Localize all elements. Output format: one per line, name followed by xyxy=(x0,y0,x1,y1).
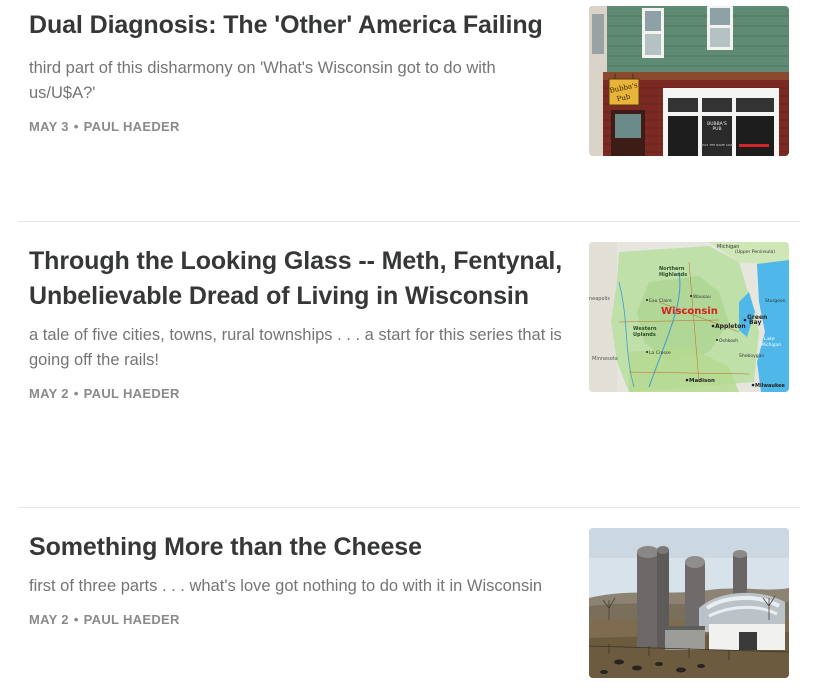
post-author[interactable]: PAUL HAEDER xyxy=(84,386,180,401)
post-item: Something More than the Cheese first of … xyxy=(18,528,800,678)
svg-text:Appleton: Appleton xyxy=(715,323,746,330)
post-feed: Dual Diagnosis: The 'Other' America Fail… xyxy=(0,0,821,694)
svg-text:Wausau: Wausau xyxy=(693,294,711,300)
svg-text:Oshkosh: Oshkosh xyxy=(719,338,738,344)
post-title[interactable]: Something More than the Cheese xyxy=(29,530,564,565)
post-text: Something More than the Cheese first of … xyxy=(29,530,564,629)
map-label-state: Wisconsin xyxy=(661,306,718,317)
svg-text:Uplands: Uplands xyxy=(633,332,656,338)
svg-text:neapolis: neapolis xyxy=(589,296,610,302)
post-subtitle[interactable]: third part of this disharmony on 'What's… xyxy=(29,56,564,106)
post-thumbnail[interactable]: Michigan (Upper Peninsula) Northern High… xyxy=(589,242,789,392)
svg-text:La Crosse: La Crosse xyxy=(649,350,671,356)
svg-text:PUB: PUB xyxy=(712,126,721,132)
svg-text:Sheboygan: Sheboygan xyxy=(739,353,764,359)
svg-text:Michigan: Michigan xyxy=(761,342,781,348)
svg-text:Milwaukee: Milwaukee xyxy=(755,383,786,389)
meta-separator: • xyxy=(73,612,79,627)
svg-text:Green: Green xyxy=(747,314,767,321)
post-meta: MAY 2 • PAUL HAEDER xyxy=(29,611,564,629)
meta-separator: • xyxy=(73,386,79,401)
post-meta: MAY 3 • PAUL HAEDER xyxy=(29,118,564,136)
post-divider xyxy=(18,507,800,508)
farm-silos-photo-icon xyxy=(589,528,789,678)
post-author[interactable]: PAUL HAEDER xyxy=(84,612,180,627)
meta-separator: • xyxy=(73,119,79,134)
svg-text:Eau Claire: Eau Claire xyxy=(649,298,672,304)
post-thumbnail[interactable]: Bubba's Pub BUBBA'S PUB PASS THE NAME SI… xyxy=(589,6,789,156)
post-item: Dual Diagnosis: The 'Other' America Fail… xyxy=(18,6,800,166)
post-meta: MAY 2 • PAUL HAEDER xyxy=(29,385,564,403)
post-text: Dual Diagnosis: The 'Other' America Fail… xyxy=(29,8,564,136)
post-title[interactable]: Dual Diagnosis: The 'Other' America Fail… xyxy=(29,8,564,43)
map-label-upper-peninsula: (Upper Peninsula) xyxy=(735,249,775,255)
wisconsin-map-icon: Michigan (Upper Peninsula) Northern High… xyxy=(589,242,789,392)
post-title[interactable]: Through the Looking Glass -- Meth, Fenty… xyxy=(29,244,564,314)
post-subtitle[interactable]: a tale of five cities, towns, rural town… xyxy=(29,323,564,373)
post-subtitle[interactable]: first of three parts . . . what's love g… xyxy=(29,574,564,599)
post-divider xyxy=(18,221,800,222)
svg-text:PASS THE NAME SIGN: PASS THE NAME SIGN xyxy=(701,143,733,147)
svg-text:Minnesota: Minnesota xyxy=(592,356,618,362)
svg-text:Highlands: Highlands xyxy=(659,272,687,278)
post-item: Through the Looking Glass -- Meth, Fenty… xyxy=(18,242,800,442)
post-date: MAY 2 xyxy=(29,386,69,401)
post-author[interactable]: PAUL HAEDER xyxy=(84,119,180,134)
svg-text:Lake: Lake xyxy=(764,336,775,342)
pub-storefront-photo-icon: Bubba's Pub BUBBA'S PUB PASS THE NAME SI… xyxy=(589,6,789,156)
post-text: Through the Looking Glass -- Meth, Fenty… xyxy=(29,244,564,403)
svg-text:Madison: Madison xyxy=(689,378,715,384)
post-date: MAY 2 xyxy=(29,612,69,627)
post-date: MAY 3 xyxy=(29,119,69,134)
post-thumbnail[interactable] xyxy=(589,528,789,678)
svg-text:Sturgeon: Sturgeon xyxy=(765,298,786,304)
